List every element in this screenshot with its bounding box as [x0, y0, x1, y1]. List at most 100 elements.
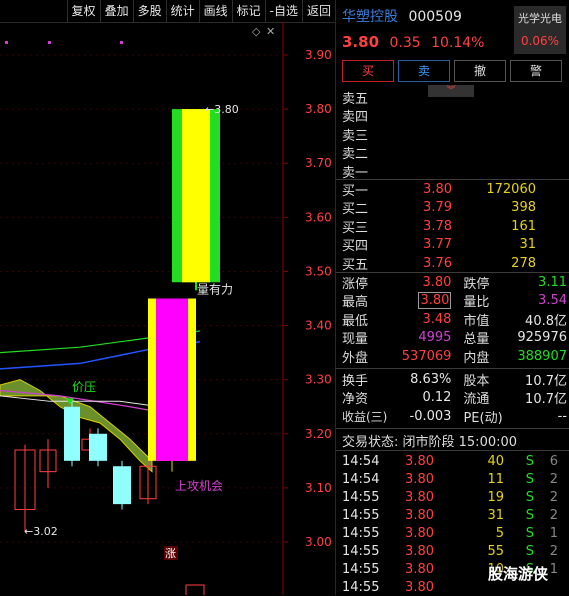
last-price: 3.80 [342, 33, 380, 51]
y-tick-label: 3.50 [305, 264, 332, 278]
tick-volume: 55 [487, 543, 504, 559]
candle-body [64, 406, 80, 461]
tick-time: 14:54 [342, 471, 380, 487]
y-tick-label: 3.70 [305, 156, 332, 170]
sell-button[interactable]: 卖 [398, 60, 450, 82]
ask-label: 卖一 [342, 165, 369, 181]
candle-body-core [164, 298, 180, 461]
marker-dot [48, 41, 51, 44]
watermark: 股海游侠 [488, 565, 549, 583]
tick-price: 3.80 [405, 489, 434, 505]
stat-value: 3.48 [422, 311, 452, 327]
y-tick-label: 3.80 [305, 102, 332, 116]
price-change: 0.35 [389, 35, 421, 51]
y-tick-label: 3.30 [305, 373, 332, 387]
stock-name[interactable]: 华塑控股 [342, 9, 398, 25]
tick-time: 14:55 [342, 525, 380, 541]
buy-button[interactable]: 买 [342, 60, 394, 82]
stat-label: 最高 [342, 295, 369, 311]
stat-label: 外盘 [342, 350, 369, 366]
stat-value: 3.80 [418, 292, 452, 310]
tick-volume: 5 [495, 525, 504, 541]
tick-side: S [525, 525, 534, 541]
tick-side: S [525, 507, 534, 523]
collapse-chevron-icon[interactable]: ︾ [428, 85, 474, 97]
stat-label: 总量 [463, 332, 490, 348]
diamond-icon: ◇ [252, 25, 261, 38]
menu-statistics[interactable]: 统计 [165, 0, 199, 22]
tick-time: 14:55 [342, 561, 380, 577]
alert-button[interactable]: 警 [510, 60, 562, 82]
tick-count: 6 [549, 453, 558, 469]
menu-back[interactable]: 返回 [301, 0, 335, 22]
stat-row: 换手 8.63% 股本 10.7亿 [342, 370, 567, 389]
stat-value: 925976 [517, 330, 567, 346]
stat-label: 股本 [463, 373, 490, 389]
bid-levels: 买一 3.80 172060 买二 3.79 398 买三 3.78 161 买四 3.77 3… [342, 180, 536, 273]
stat-value: 537069 [401, 348, 452, 364]
tick-row: 14:55 3.80 31 S 2 [342, 506, 567, 524]
bid-label: 买三 [342, 220, 369, 236]
divider [336, 428, 569, 429]
high-price-label: ←3.80 [205, 103, 239, 116]
tick-price: 3.80 [405, 453, 434, 469]
candle-body [113, 466, 131, 505]
y-tick-label: 3.60 [305, 210, 332, 224]
menu-remove-watchlist[interactable]: -自选 [264, 0, 302, 22]
candle-body-inner [182, 109, 210, 283]
stat-row: 外盘 537069 内盘 388907 [342, 347, 567, 366]
menu-mark[interactable]: 标记 [231, 0, 265, 22]
tick-price: 3.80 [405, 561, 434, 577]
menu-multi-stock[interactable]: 多股 [132, 0, 166, 22]
tick-side: S [525, 543, 534, 559]
kline-chart[interactable]: 3.90 3.80 3.70 3.60 3.50 3.40 3.30 3.20 3.10 3.00… [0, 22, 335, 595]
trade-buttons: 买 卖 撤 警 [342, 60, 562, 82]
stat-value: 388907 [517, 348, 567, 364]
tick-volume: 19 [487, 489, 504, 505]
close-icon[interactable]: ✕ [266, 25, 275, 38]
stat-row: 净资 0.12 流通 10.7亿 [342, 389, 567, 408]
ask-label: 卖五 [342, 91, 369, 107]
ask-levels: 卖五 卖四 卖三 卖二 卖一 [342, 88, 380, 181]
sector-badge[interactable]: 光学光电 0.06% [514, 6, 566, 54]
menu-draw-line[interactable]: 画线 [198, 0, 232, 22]
tick-price: 3.80 [405, 579, 434, 595]
stat-value: -0.003 [409, 408, 452, 424]
tick-count: 2 [549, 471, 558, 487]
bid-label: 买四 [342, 239, 369, 255]
bid-label: 买二 [342, 202, 369, 218]
menu-restore-rights[interactable]: 复权 [66, 0, 100, 22]
trade-status: 交易状态: 闭市阶段 15:00:00 [342, 435, 518, 450]
stat-label: 跌停 [463, 276, 490, 292]
tick-time: 14:54 [342, 453, 380, 469]
opportunity-label: 上攻机会 [175, 479, 223, 493]
bid-price: 3.77 [423, 237, 452, 253]
ask-row: 卖五 [342, 88, 380, 107]
tick-time: 14:55 [342, 543, 380, 559]
tick-side: S [525, 489, 534, 505]
menu-overlay[interactable]: 叠加 [99, 0, 133, 22]
stat-label: 净资 [342, 392, 369, 408]
stat-row: 收益(三) -0.003 PE(动) -- [342, 407, 567, 426]
price-line: 3.80 0.35 10.14% [342, 33, 484, 51]
tick-count: 1 [549, 525, 558, 541]
ask-row: 卖四 [342, 107, 380, 126]
tick-row: 14:55 3.80 19 S 2 [342, 488, 567, 506]
stat-label: 量比 [463, 295, 490, 311]
sector-pct: 0.06% [520, 34, 560, 48]
ask-label: 卖三 [342, 128, 369, 144]
cancel-order-button[interactable]: 撤 [454, 60, 506, 82]
tick-row: 14:55 3.80 55 S 2 [342, 542, 567, 560]
y-tick-label: 3.00 [305, 535, 332, 549]
stat-row: 最低 3.48 市值 40.8亿 [342, 310, 567, 329]
stat-value: 0.12 [422, 390, 452, 406]
quote-panel: 华塑控股 000509 3.80 0.35 10.14% 光学光电 0.06% … [336, 0, 569, 595]
tick-row: 14:54 3.80 40 S 6 [342, 452, 567, 470]
bid-volume: 161 [511, 218, 536, 234]
stat-value: 40.8亿 [525, 313, 567, 329]
bid-label: 买一 [342, 183, 369, 199]
stat-value: 3.11 [538, 274, 567, 290]
tick-price: 3.80 [405, 507, 434, 523]
ask-label: 卖四 [342, 110, 369, 126]
stock-code: 000509 [408, 9, 462, 25]
